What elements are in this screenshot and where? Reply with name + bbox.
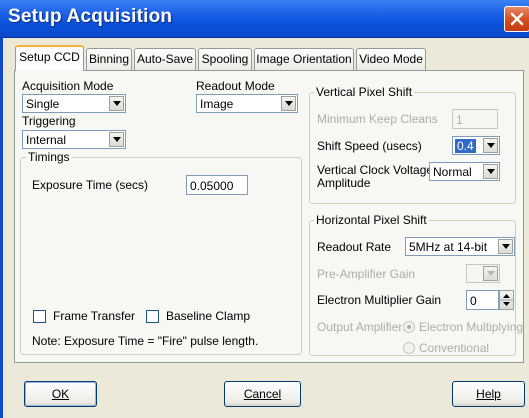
tab-label: Video Mode [359,52,423,66]
chevron-down-icon[interactable] [109,96,124,111]
tab-label: Binning [88,52,130,66]
close-button[interactable] [504,6,529,32]
help-button-label: Help [476,387,501,401]
shift-speed-label: Shift Speed (usecs) [317,139,422,153]
readout-mode-label: Readout Mode [196,79,275,93]
ok-button[interactable]: OK [24,381,97,407]
readout-rate-label: Readout Rate [317,240,392,254]
radio-conventional[interactable] [403,342,415,354]
tab-image-orientation[interactable]: Image Orientation [254,48,354,70]
clock-voltage-label: Vertical Clock Voltage [317,163,434,177]
em-gain-input[interactable]: 0 [466,290,499,310]
readout-rate-value: 5MHz at 14-bit [409,240,488,254]
tab-setup-ccd[interactable]: Setup CCD [15,45,84,71]
window-title: Setup Acquisition [8,6,173,27]
vertical-pixel-shift-title: Vertical Pixel Shift [314,85,415,99]
tab-label: Setup CCD [19,50,80,64]
chevron-down-icon[interactable] [483,266,498,281]
triggering-value: Internal [26,133,67,147]
preamp-gain-label: Pre-Amplifier Gain [317,267,416,281]
close-icon [510,12,524,26]
output-amplifier-label: Output Amplifier: [317,320,406,334]
frame-transfer-checkbox[interactable] [33,310,46,323]
tab-label: Auto-Save [136,52,194,66]
min-keep-cleans-value: 1 [456,113,463,127]
electron-multiplying-label: Electron Multiplying [419,320,524,334]
exposure-time-label: Exposure Time (secs) [32,178,149,192]
chevron-up-icon [503,294,510,298]
triggering-select[interactable]: Internal [22,130,126,149]
baseline-clamp-checkbox[interactable] [146,310,159,323]
tab-auto-save[interactable]: Auto-Save [134,48,196,70]
chevron-down-icon[interactable] [483,138,498,153]
tab-spooling[interactable]: Spooling [198,48,252,70]
shift-speed-value: 0.4 [455,139,476,153]
acquisition-mode-value: Single [26,97,60,111]
chevron-down-icon[interactable] [281,96,296,111]
window-frame [0,38,3,418]
clock-voltage-value: Normal [433,165,472,179]
exposure-time-value: 0.05000 [190,179,234,193]
chevron-down-icon[interactable] [483,164,498,179]
tab-video-mode[interactable]: Video Mode [356,48,426,70]
cancel-button[interactable]: Cancel [224,381,301,407]
min-keep-cleans-input[interactable]: 1 [452,109,498,129]
chevron-down-icon[interactable] [498,239,513,254]
em-gain-spinner[interactable] [499,290,514,310]
tab-label: Image Orientation [256,52,352,66]
exposure-time-input[interactable]: 0.05000 [186,175,248,195]
clock-voltage-select[interactable]: Normal [429,162,500,181]
shift-speed-select[interactable]: 0.4 [452,136,500,155]
em-gain-label: Electron Multiplier Gain [317,293,442,307]
frame-transfer-label: Frame Transfer [53,309,136,323]
horizontal-pixel-shift-title: Horizontal Pixel Shift [314,213,429,227]
cancel-button-label: Cancel [243,387,282,401]
chevron-down-icon [503,302,510,306]
em-gain-value: 0 [470,294,477,308]
readout-mode-value: Image [200,97,234,111]
clock-voltage-label-line2: Amplitude [317,176,371,190]
ok-button-label: OK [51,387,70,401]
timings-group-title: Timings [26,150,72,164]
radio-electron-multiplying[interactable] [403,321,415,333]
exposure-note: Note: Exposure Time = "Fire" pulse lengt… [32,334,259,348]
acquisition-mode-select[interactable]: Single [22,94,126,113]
help-button[interactable]: Help [452,381,525,407]
triggering-label: Triggering [22,114,76,128]
acquisition-mode-label: Acquisition Mode [22,79,114,93]
preamp-gain-select[interactable] [466,264,500,283]
tab-label: Spooling [201,52,249,66]
baseline-clamp-label: Baseline Clamp [166,309,251,323]
chevron-down-icon[interactable] [109,132,124,147]
tab-binning[interactable]: Binning [86,48,132,70]
readout-mode-select[interactable]: Image [196,94,298,113]
readout-rate-select[interactable]: 5MHz at 14-bit [405,237,515,256]
min-keep-cleans-label: Minimum Keep Cleans [317,112,438,126]
conventional-label: Conventional [419,341,490,355]
